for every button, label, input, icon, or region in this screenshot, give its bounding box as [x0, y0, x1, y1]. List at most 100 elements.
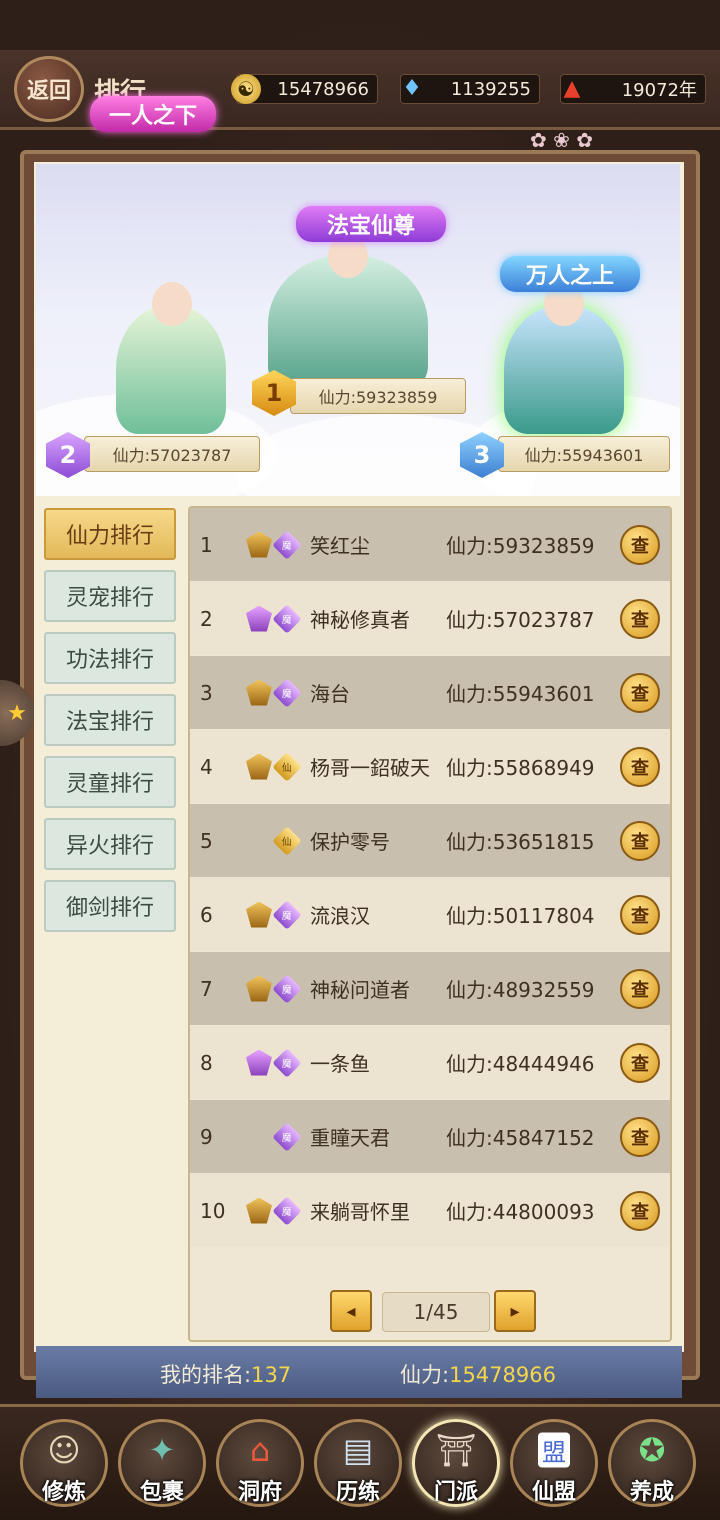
nav-label: 门派 [433, 1479, 478, 1505]
tab-power-rank[interactable]: 仙力排行 [44, 508, 176, 560]
second-place-head [152, 282, 192, 326]
second-place-power: 仙力:57023787 [84, 436, 260, 472]
nav-cultivate[interactable]: ☺ 修炼 [20, 1419, 108, 1507]
first-place-power: 仙力:59323859 [290, 378, 466, 414]
cultivator-icon: ☺ [47, 1430, 81, 1469]
bag-icon: ✦ [148, 1430, 176, 1469]
table-row: 3 魔 海台 仙力:55943601 查 [190, 656, 670, 729]
player-power: 仙力:59323859 [446, 534, 595, 558]
nav-bag[interactable]: ✦ 包裹 [118, 1419, 206, 1507]
faction-badge-icon: 仙 [272, 825, 302, 856]
resource-coin-value: 15478966 [277, 78, 369, 100]
table-row: 4 仙 杨哥一鉊破天 仙力:55868949 查 [190, 730, 670, 803]
resource-crystal-value: 1139255 [450, 78, 531, 100]
third-place-title: 万人之上 [500, 256, 640, 292]
tab-skill-rank[interactable]: 功法排行 [44, 632, 176, 684]
my-power-value: 15478966 [449, 1363, 556, 1387]
nav-alliance[interactable]: 盟 仙盟 [510, 1419, 598, 1507]
table-row: 2 魔 神秘修真者 仙力:57023787 查 [190, 582, 670, 655]
my-power-label: 仙力: [400, 1363, 450, 1387]
resource-years-value: 19072年 [621, 80, 697, 101]
pentagram-icon: ✪ [638, 1430, 666, 1469]
player-name: 杨哥一鉊破天 [310, 756, 430, 780]
faction-badge-icon: 魔 [272, 603, 302, 634]
tab-fire-rank[interactable]: 异火排行 [44, 818, 176, 870]
player-name: 神秘问道者 [310, 978, 410, 1002]
taiji-coin-icon: ☯ [231, 74, 261, 104]
faction-badge-icon: 仙 [272, 751, 302, 782]
player-power: 仙力:57023787 [446, 608, 595, 632]
nav-label: 仙盟 [531, 1479, 576, 1505]
crown-badge-icon [246, 901, 272, 928]
faction-badge-icon: 魔 [272, 899, 302, 930]
sect-gate-icon: ⛩ [435, 1430, 477, 1469]
faction-badge-icon: 魔 [272, 1047, 302, 1078]
crown-badge-icon [246, 975, 272, 1002]
scroll-icon: ▤ [342, 1430, 374, 1469]
resource-crystal: ♦ 1139255 [400, 74, 540, 104]
tab-pet-rank[interactable]: 灵宠排行 [44, 570, 176, 622]
player-power: 仙力:53651815 [446, 830, 595, 854]
view-button[interactable]: 查 [620, 1042, 660, 1083]
crown-badge-icon [246, 1197, 272, 1224]
arrow-left-icon: ◂ [346, 1300, 356, 1322]
view-button[interactable]: 查 [620, 1116, 660, 1157]
player-name: 海台 [310, 682, 350, 706]
player-name: 保护零号 [310, 830, 390, 854]
player-name: 重瞳天君 [310, 1126, 390, 1150]
faction-badge-icon: 魔 [272, 1121, 302, 1152]
bottom-navigation: ☺ 修炼 ✦ 包裹 ⌂ 洞府 ▤ 历练 ⛩ 门派 盟 仙盟 ✪ 养成 [0, 1404, 720, 1520]
crystal-icon: ♦ [402, 75, 422, 101]
nav-label: 修炼 [41, 1479, 86, 1505]
nav-cave[interactable]: ⌂ 洞府 [216, 1419, 304, 1507]
first-place-title: 法宝仙尊 [296, 206, 446, 242]
view-button[interactable]: 查 [620, 746, 660, 787]
nav-label: 养成 [629, 1479, 674, 1505]
player-name: 一条鱼 [310, 1052, 370, 1076]
my-rank-value: 137 [251, 1363, 292, 1387]
player-power: 仙力:48932559 [446, 978, 595, 1002]
table-row: 8 魔 一条鱼 仙力:48444946 查 [190, 1026, 670, 1099]
arrow-right-icon: ▸ [510, 1300, 520, 1322]
page-indicator: 1/45 [382, 1292, 490, 1332]
crown-badge-icon [246, 679, 272, 706]
my-rank-bar: 我的排名:137 仙力:15478966 [36, 1346, 682, 1398]
plum-branch-decoration: ✿ ❀ ✿ [530, 128, 593, 152]
palace-icon: ⌂ [249, 1430, 271, 1469]
table-row: 7 魔 神秘问道者 仙力:48932559 查 [190, 952, 670, 1025]
view-button[interactable]: 查 [620, 968, 660, 1009]
row-rank: 10 [200, 1198, 226, 1223]
row-rank: 8 [200, 1050, 213, 1075]
crown-badge-icon [246, 753, 272, 780]
tab-treasure-rank[interactable]: 法宝排行 [44, 694, 176, 746]
alliance-icon: 盟 [538, 1432, 570, 1468]
view-button[interactable]: 查 [620, 524, 660, 565]
row-rank: 2 [200, 606, 213, 631]
view-button[interactable]: 查 [620, 598, 660, 639]
resource-years: ▲ 19072年 [560, 74, 706, 104]
table-row: 10 魔 来躺哥怀里 仙力:44800093 查 [190, 1174, 670, 1247]
view-button[interactable]: 查 [620, 820, 660, 861]
player-power: 仙力:55868949 [446, 756, 595, 780]
faction-badge-icon: 魔 [272, 1195, 302, 1226]
view-button[interactable]: 查 [620, 672, 660, 713]
nav-label: 包裹 [139, 1479, 184, 1505]
nav-sect[interactable]: ⛩ 门派 [412, 1419, 500, 1507]
player-name: 笑红尘 [310, 534, 370, 558]
tab-sword-rank[interactable]: 御剑排行 [44, 880, 176, 932]
tab-spirit-child-rank[interactable]: 灵童排行 [44, 756, 176, 808]
next-page-button[interactable]: ▸ [494, 1290, 536, 1332]
table-row: 5 仙 保护零号 仙力:53651815 查 [190, 804, 670, 877]
view-button[interactable]: 查 [620, 894, 660, 935]
player-power: 仙力:44800093 [446, 1200, 595, 1224]
third-place-power: 仙力:55943601 [498, 436, 670, 472]
row-rank: 5 [200, 828, 213, 853]
my-rank: 我的排名:137 [160, 1359, 291, 1389]
nav-trial[interactable]: ▤ 历练 [314, 1419, 402, 1507]
prev-page-button[interactable]: ◂ [330, 1290, 372, 1332]
nav-nurture[interactable]: ✪ 养成 [608, 1419, 696, 1507]
player-name: 流浪汉 [310, 904, 370, 928]
back-button[interactable]: 返回 [14, 56, 84, 122]
player-power: 仙力:45847152 [446, 1126, 595, 1150]
view-button[interactable]: 查 [620, 1190, 660, 1231]
